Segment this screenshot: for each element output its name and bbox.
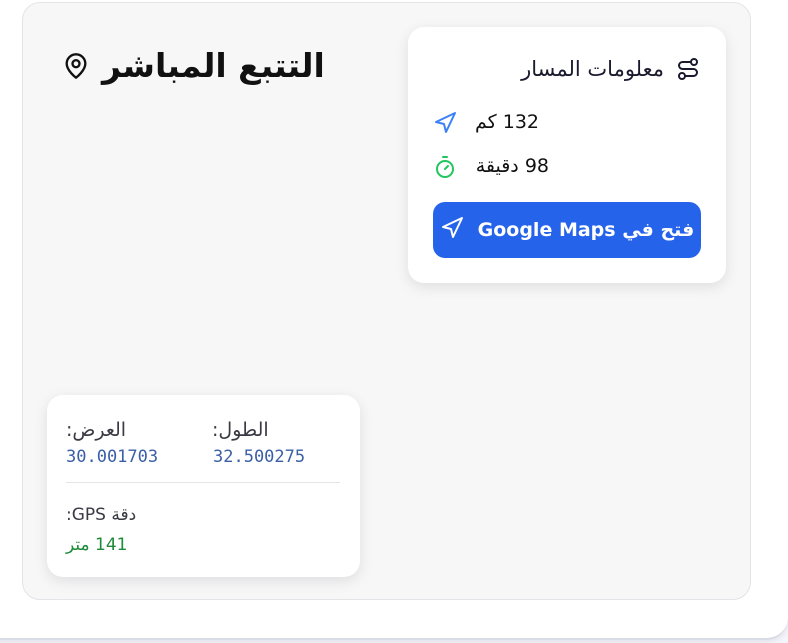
route-info-card: معلومات المسار 132 كم 98 دقيقة فتح في Go… <box>408 27 726 283</box>
route-duration: 98 دقيقة <box>475 155 549 177</box>
route-info-title: معلومات المسار <box>521 57 664 81</box>
route-distance: 132 كم <box>475 111 539 133</box>
app-frame: التتبع المباشر معلومات المسار 132 كم 98 … <box>0 0 788 643</box>
divider <box>66 482 340 483</box>
route-icon <box>676 57 700 81</box>
page-title: التتبع المباشر <box>102 46 325 85</box>
open-google-maps-label: فتح في Google Maps <box>477 219 695 241</box>
route-duration-row: 98 دقيقة <box>476 155 549 177</box>
latitude-value: 30.001703 <box>66 447 159 467</box>
route-info-header: معلومات المسار <box>521 57 700 81</box>
route-distance-row: 132 كم <box>475 111 539 133</box>
map-pin-icon <box>62 52 90 80</box>
coordinates-card: الطول: 32.500275 العرض: 30.001703 دقة GP… <box>47 395 360 577</box>
live-tracking-header: التتبع المباشر <box>62 46 325 85</box>
latitude-label: العرض: <box>66 419 127 441</box>
navigation-arrow-icon <box>440 216 464 245</box>
gps-accuracy-value: 141 متر <box>66 535 128 555</box>
longitude-value: 32.500275 <box>213 447 306 467</box>
longitude-label: الطول: <box>212 419 269 441</box>
timer-icon <box>433 155 457 183</box>
navigation-arrow-icon <box>433 111 457 139</box>
open-google-maps-button[interactable]: فتح في Google Maps <box>433 202 701 258</box>
gps-accuracy-label: دقة GPS: <box>66 505 137 525</box>
